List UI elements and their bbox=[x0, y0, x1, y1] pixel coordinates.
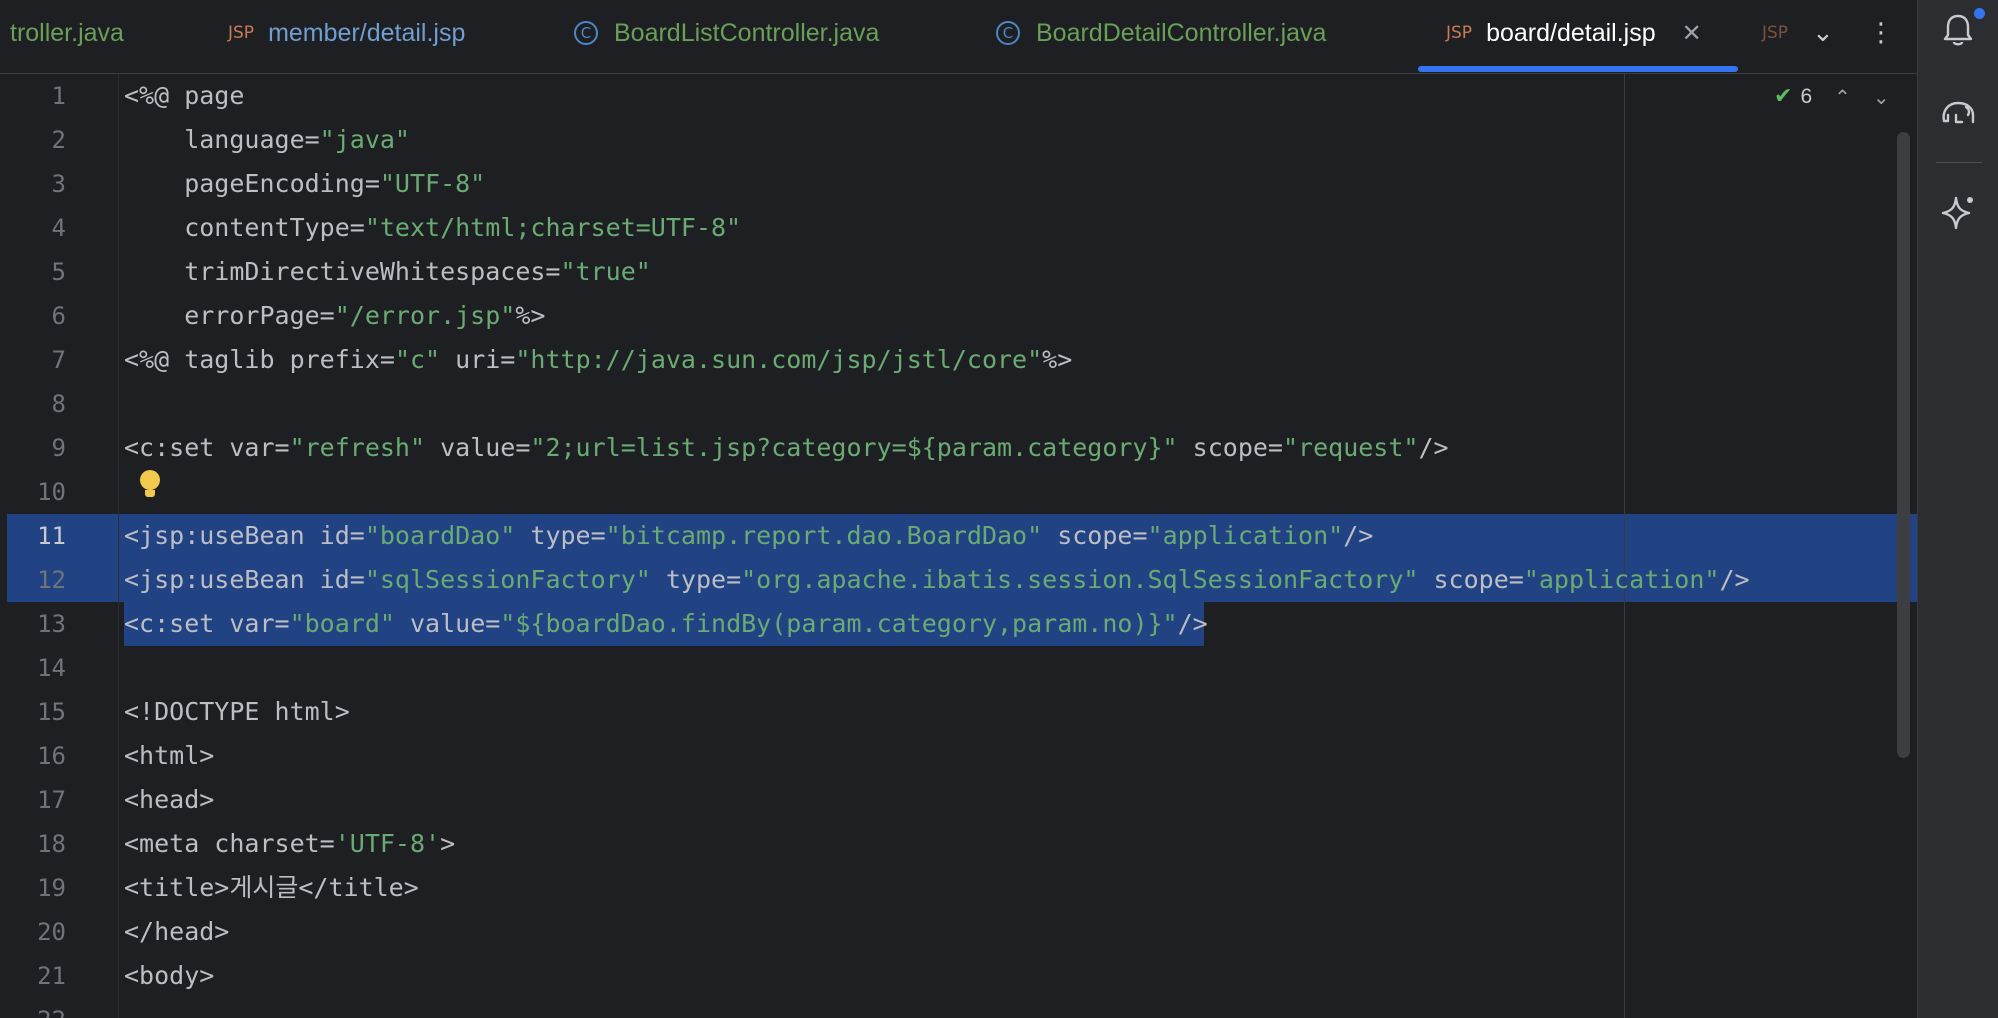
chevron-down-icon: ⌄ bbox=[1812, 18, 1834, 48]
tab-board-detail-jsp[interactable]: JSP board/detail.jsp ✕ bbox=[1446, 0, 1702, 66]
checkmark-icon: ✔ bbox=[1774, 84, 1793, 109]
tab-troller-java[interactable]: troller.java bbox=[10, 0, 124, 66]
chevron-up-icon[interactable]: ⌃ bbox=[1834, 85, 1851, 109]
code-text: <%@ taglib prefix="c" uri="http://java.s… bbox=[124, 345, 1073, 374]
code-text: <!DOCTYPE html> bbox=[124, 697, 350, 726]
tab-board-list-controller[interactable]: C BoardListController.java bbox=[574, 0, 879, 66]
tab-label: BoardDetailController.java bbox=[1036, 18, 1327, 47]
code-text: <%@ page bbox=[124, 81, 245, 110]
notifications-button[interactable] bbox=[1938, 6, 1987, 50]
code-text: <head> bbox=[124, 785, 215, 814]
line-number: 22 bbox=[0, 998, 66, 1018]
line-number: 13 bbox=[37, 610, 66, 638]
lightbulb-icon[interactable] bbox=[139, 470, 161, 500]
more-vertical-icon: ⋮ bbox=[1868, 18, 1894, 48]
code-text: <meta charset='UTF-8'> bbox=[124, 829, 456, 858]
tab-board-detail-controller[interactable]: C BoardDetailController.java bbox=[996, 0, 1326, 66]
code-text: pageEncoding="UTF-8" bbox=[124, 169, 486, 198]
editor-tab-bar: troller.java JSP member/detail.jsp C Boa… bbox=[0, 0, 1917, 74]
tab-actions-menu-button[interactable]: ⋮ bbox=[1868, 0, 1894, 66]
ai-assistant-button[interactable] bbox=[1938, 192, 1978, 232]
code-text: <title>게시글</title> bbox=[124, 873, 419, 902]
tab-label: board/detail.jsp bbox=[1486, 18, 1656, 47]
jsp-file-icon: JSP bbox=[1446, 23, 1473, 43]
line-number: 17 bbox=[37, 786, 66, 814]
sparkle-icon bbox=[1941, 196, 1973, 230]
code-text: <jsp:useBean id="sqlSessionFactory" type… bbox=[124, 565, 1750, 594]
line-number: 21 bbox=[37, 962, 66, 990]
vertical-scrollbar[interactable] bbox=[1897, 132, 1910, 758]
line-number: 14 bbox=[37, 654, 66, 682]
java-class-icon: C bbox=[574, 21, 598, 45]
line-number: 12 bbox=[37, 566, 66, 594]
toolstrip-divider bbox=[1936, 162, 1982, 163]
inspections-widget[interactable]: ✔ 6 ⌃ ⌄ bbox=[1774, 84, 1890, 109]
java-class-icon: C bbox=[996, 21, 1020, 45]
bell-icon bbox=[1943, 14, 1973, 46]
line-number: 7 bbox=[51, 346, 66, 374]
line-number: 8 bbox=[51, 390, 66, 418]
notification-badge bbox=[1972, 6, 1987, 21]
line-number: 18 bbox=[37, 830, 66, 858]
line-number: 9 bbox=[51, 434, 66, 462]
line-number: 20 bbox=[37, 918, 66, 946]
line-number: 11 bbox=[37, 522, 66, 550]
line-number: 3 bbox=[51, 170, 66, 198]
line-number: 15 bbox=[37, 698, 66, 726]
code-text: <body> bbox=[124, 961, 215, 990]
code-text: <jsp:useBean id="boardDao" type="bitcamp… bbox=[124, 521, 1374, 550]
code-text: language="java" bbox=[124, 125, 410, 154]
tab-overflow-jsp[interactable]: JSP bbox=[1762, 0, 1802, 66]
database-button[interactable] bbox=[1938, 92, 1978, 132]
line-number: 19 bbox=[37, 874, 66, 902]
code-text: contentType="text/html;charset=UTF-8" bbox=[124, 213, 742, 242]
line-number: 2 bbox=[51, 126, 66, 154]
line-number: 10 bbox=[37, 478, 66, 506]
code-editor[interactable]: 1 <%@ page 2 language="java" 3 pageEncoding… bbox=[0, 74, 1917, 1018]
jsp-file-icon: JSP bbox=[228, 23, 255, 43]
line-number: 5 bbox=[51, 258, 66, 286]
inspection-count: 6 bbox=[1800, 84, 1813, 108]
gutter-divider bbox=[118, 74, 119, 1018]
close-tab-icon[interactable]: ✕ bbox=[1682, 19, 1702, 47]
chevron-down-icon[interactable]: ⌄ bbox=[1873, 85, 1890, 109]
show-hidden-tabs-button[interactable]: ⌄ bbox=[1812, 0, 1834, 66]
active-tab-indicator bbox=[1418, 66, 1738, 72]
right-tool-strip bbox=[1917, 0, 1998, 1018]
tab-member-detail-jsp[interactable]: JSP member/detail.jsp bbox=[228, 0, 465, 66]
code-text: errorPage="/error.jsp"%> bbox=[124, 301, 546, 330]
code-text: <c:set var="refresh" value="2;url=list.j… bbox=[124, 433, 1449, 462]
code-text: <c:set var="board" value="${boardDao.fin… bbox=[124, 609, 1208, 638]
jsp-file-icon: JSP bbox=[1762, 23, 1789, 43]
line-number: 1 bbox=[51, 82, 66, 110]
code-text: trimDirectiveWhitespaces="true" bbox=[124, 257, 651, 286]
code-text: <html> bbox=[124, 741, 215, 770]
line-number: 6 bbox=[51, 302, 66, 330]
tab-label: member/detail.jsp bbox=[268, 18, 466, 47]
elephant-icon bbox=[1942, 101, 1975, 124]
line-number: 16 bbox=[37, 742, 66, 770]
line-number: 4 bbox=[51, 214, 66, 242]
code-text: </head> bbox=[124, 917, 230, 946]
right-margin-guide bbox=[1624, 74, 1625, 1018]
tab-label: troller.java bbox=[10, 18, 124, 47]
tab-label: BoardListController.java bbox=[614, 18, 880, 47]
